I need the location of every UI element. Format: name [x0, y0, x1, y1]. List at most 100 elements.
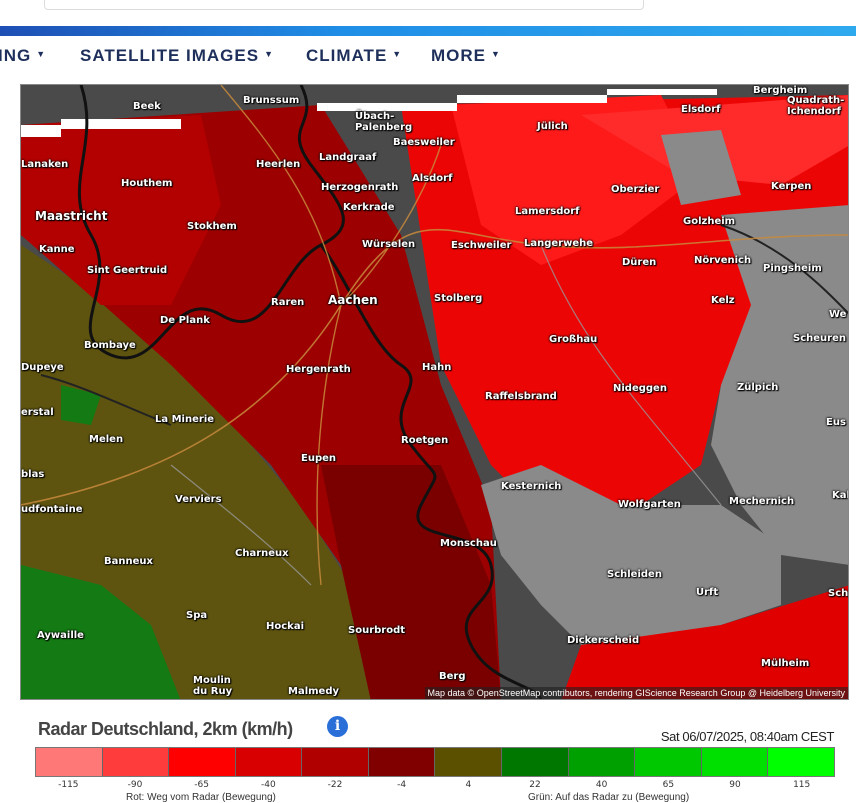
map-place-label: Würselen: [362, 239, 416, 250]
map-place-label: Charneux: [235, 548, 289, 559]
map-place-label: Hahn: [422, 362, 452, 373]
map-place-label: Baesweiler: [393, 137, 455, 148]
map-place-label: Melen: [89, 434, 124, 445]
map-attribution: Map data © OpenStreetMap contributors, r…: [424, 687, 848, 699]
map-place-label: Sch: [828, 588, 849, 599]
map-place-label: Roetgen: [401, 435, 449, 446]
scale-tick-label: -90: [127, 780, 143, 790]
map-place-label: Stokhem: [187, 221, 237, 232]
map-place-label: Monschau: [440, 538, 497, 549]
map-place-label: Dupeye: [21, 362, 64, 373]
map-place-label: Banneux: [104, 556, 153, 567]
scale-tick-label: 115: [793, 780, 811, 790]
scale-tick-label: 40: [595, 780, 608, 790]
timestamp: Sat 06/07/2025, 08:40am CEST: [660, 729, 834, 744]
map-place-label: Raren: [271, 297, 305, 308]
scale-tick-label: 65: [662, 780, 675, 790]
map-place-label: Kerkrade: [343, 202, 395, 213]
map-place-label: Langerwehe: [524, 238, 594, 249]
map-place-label: Quadrath-Ichendorf: [787, 95, 845, 117]
map-place-label: Aachen: [328, 293, 378, 307]
scale-swatch: [435, 748, 503, 776]
map-place-label: Lamersdorf: [515, 206, 580, 217]
scale-tick-label: -65: [194, 780, 210, 790]
scale-swatch: [568, 748, 636, 776]
map-place-label: Mülheim: [761, 658, 810, 669]
scale-swatch: [502, 748, 569, 776]
map-place-label: Lanaken: [21, 159, 69, 170]
map-place-label: Jülich: [537, 121, 568, 132]
map-place-label: Kanne: [39, 244, 75, 255]
scale-swatch: [368, 748, 436, 776]
map-place-label: Bombaye: [84, 340, 136, 351]
scale-tick-label: 22: [529, 780, 541, 790]
nav-item-label: MORE: [431, 46, 486, 65]
map-place-label: Sint Geertruid: [87, 265, 168, 276]
legend-title: Radar Deutschland, 2km (km/h): [38, 719, 293, 739]
nav-item-climate[interactable]: CLIMATE ▼: [306, 36, 402, 76]
chevron-down-icon: ▼: [36, 49, 47, 59]
map-place-label: Sourbrodt: [348, 625, 406, 636]
nav-item-warning[interactable]: ING ▼: [0, 36, 46, 76]
map-place-label: Berg: [439, 671, 466, 682]
map-place-label: Spa: [186, 610, 208, 621]
info-icon[interactable]: i: [327, 716, 348, 737]
map-place-label: Eus: [826, 417, 846, 428]
map-place-label: Eupen: [301, 453, 337, 464]
map-place-label: Alsdorf: [412, 173, 453, 184]
map-place-label: Wolfgarten: [618, 499, 681, 510]
map-place-label: Golzheim: [683, 216, 736, 227]
main-nav: ING ▼ SATELLITE IMAGES ▼ CLIMATE ▼ MORE ▼: [0, 36, 856, 76]
map-place-label: Dickerscheid: [567, 635, 640, 646]
map-place-label: Heerlen: [256, 159, 301, 170]
scale-tick-label: -40: [260, 780, 276, 790]
radar-map[interactable]: Beek Brunssum Übach-Palenberg Elsdorf Be…: [20, 84, 849, 700]
scale-swatch: [635, 748, 702, 776]
map-place-label: Brunssum: [243, 95, 300, 106]
map-place-label: blas: [21, 469, 45, 480]
map-place-label: Urft: [696, 587, 719, 598]
nav-item-more[interactable]: MORE ▼: [431, 36, 501, 76]
scale-tick-label: 4: [465, 780, 472, 790]
map-place-label: Düren: [622, 257, 657, 268]
map-place-label: Stolberg: [434, 293, 483, 304]
scale-swatch: [36, 748, 103, 776]
map-place-label: Herzogenrath: [321, 182, 399, 193]
map-place-label: Eschweiler: [451, 240, 512, 251]
legend-note-left: Rot: Weg vom Radar (Bewegung): [126, 792, 276, 803]
map-place-label: Kelz: [711, 295, 735, 306]
map-place-label: Nideggen: [613, 383, 667, 394]
map-place-label: Schleiden: [607, 569, 662, 580]
map-place-label: We: [829, 309, 847, 320]
map-place-label: Oberzier: [611, 184, 660, 195]
map-place-label: Pingsheim: [763, 263, 822, 274]
map-place-label: Elsdorf: [681, 104, 721, 115]
map-place-label: De Plank: [160, 315, 210, 326]
map-place-label: Aywaille: [37, 630, 84, 641]
scale-swatch: [302, 748, 369, 776]
nav-item-label: SATELLITE IMAGES: [80, 46, 260, 65]
scale-swatch: [235, 748, 303, 776]
map-place-label: Zülpich: [737, 382, 779, 393]
map-place-label: Übach-Palenberg: [355, 111, 413, 133]
nav-item-label: ING: [0, 46, 32, 65]
map-place-label: Nörvenich: [694, 255, 752, 266]
map-place-label: Scheuren: [793, 333, 846, 344]
map-place-label: Kal: [832, 490, 849, 501]
map-place-label: udfontaine: [21, 504, 83, 515]
search-box[interactable]: [44, 0, 644, 10]
map-place-label: erstal: [21, 407, 54, 418]
nav-item-satellite-images[interactable]: SATELLITE IMAGES ▼: [80, 36, 274, 76]
map-place-label: Kerpen: [771, 181, 812, 192]
legend-note-right: Grün: Auf das Radar zu (Bewegung): [528, 792, 690, 803]
brand-color-bar: [0, 26, 856, 36]
scale-tick-label: -22: [327, 780, 343, 790]
map-place-label: Malmedy: [288, 686, 340, 697]
scale-swatch: [768, 748, 834, 776]
map-place-label: Hergenrath: [286, 364, 351, 375]
nav-item-label: CLIMATE: [306, 46, 388, 65]
map-place-label: Großhau: [549, 334, 598, 345]
map-place-label: La Minerie: [155, 414, 215, 425]
chevron-down-icon: ▼: [264, 49, 274, 59]
map-place-label: Moulin du Ruy: [193, 675, 233, 697]
